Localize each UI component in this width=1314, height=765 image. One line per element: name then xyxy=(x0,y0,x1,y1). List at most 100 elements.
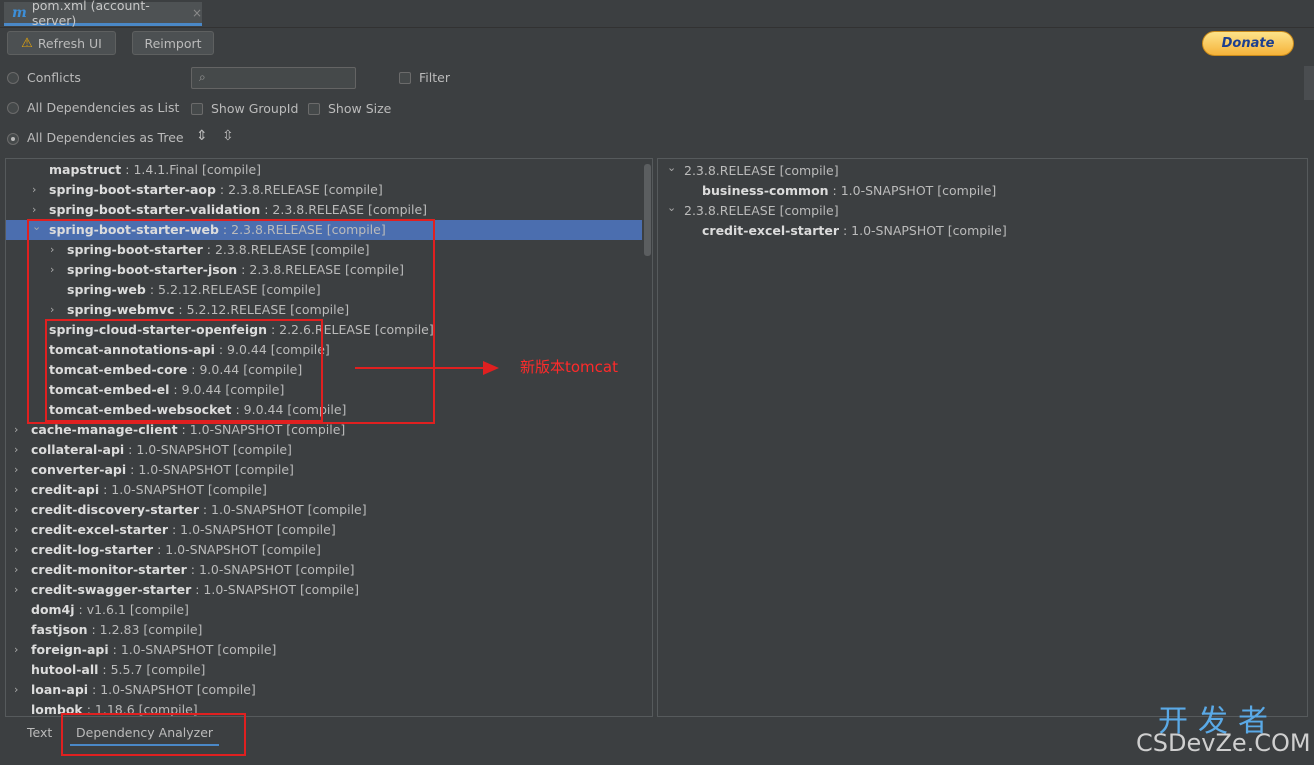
dependency-name: business-common xyxy=(702,183,829,198)
dependency-version: : 1.0-SNAPSHOT [compile] xyxy=(126,462,294,477)
chevron-right-icon[interactable]: › xyxy=(14,420,18,440)
donate-button[interactable]: Donate xyxy=(1202,31,1294,56)
tree-row[interactable]: › credit-log-starter : 1.0-SNAPSHOT [comp… xyxy=(6,540,642,560)
dependency-name: spring-boot-starter-aop xyxy=(49,182,216,197)
dependency-version: : 1.0-SNAPSHOT [compile] xyxy=(108,642,277,657)
filter-label: Filter xyxy=(419,70,450,85)
usages-panel: ⌄ 2.3.8.RELEASE [compile] business-common … xyxy=(657,158,1308,717)
tree-row[interactable]: mapstruct : 1.4.1.Final [compile] xyxy=(6,160,642,180)
tree-row[interactable]: hutool-all : 5.5.7 [compile] xyxy=(6,660,642,680)
dependency-version: 2.3.8.RELEASE [compile] xyxy=(684,163,839,178)
dependency-version: : 1.0-SNAPSHOT [compile] xyxy=(198,502,367,517)
dependency-name: credit-log-starter xyxy=(31,542,154,557)
chevron-right-icon[interactable]: › xyxy=(14,460,18,480)
dependency-version: : 1.0-SNAPSHOT [compile] xyxy=(99,482,267,497)
chevron-right-icon[interactable]: › xyxy=(32,180,36,200)
editor-tab-bar: m pom.xml (account-server) × xyxy=(0,0,1314,28)
chevron-right-icon[interactable]: › xyxy=(14,580,18,600)
dependency-name: foreign-api xyxy=(31,642,109,657)
close-icon[interactable]: × xyxy=(192,6,202,20)
list-view-label: All Dependencies as List xyxy=(27,100,180,115)
dependency-version: : 2.3.8.RELEASE [compile] xyxy=(260,202,428,217)
search-icon: ⌕ xyxy=(199,70,206,84)
dependency-name: converter-api xyxy=(31,462,127,477)
tree-row[interactable]: › credit-monitor-starter : 1.0-SNAPSHOT [… xyxy=(6,560,642,580)
conflicts-radio[interactable] xyxy=(7,72,19,84)
show-groupid-label: Show GroupId xyxy=(211,101,299,116)
usage-row[interactable]: credit-excel-starter : 1.0-SNAPSHOT [com… xyxy=(658,221,1307,241)
tree-view-label: All Dependencies as Tree xyxy=(27,130,184,145)
dependency-version: : 1.0-SNAPSHOT [compile] xyxy=(124,442,292,457)
dependency-name: credit-api xyxy=(31,482,100,497)
chevron-right-icon[interactable]: › xyxy=(14,440,18,460)
dependency-version: : 1.0-SNAPSHOT [compile] xyxy=(153,542,321,557)
dependency-name: credit-excel-starter xyxy=(702,223,839,238)
dependency-version: : 1.0-SNAPSHOT [compile] xyxy=(177,422,346,437)
chevron-down-icon[interactable]: ⌄ xyxy=(667,198,676,218)
filter-checkbox[interactable] xyxy=(399,72,411,84)
show-size-checkbox[interactable] xyxy=(308,103,320,115)
dependency-version: : 1.0-SNAPSHOT [compile] xyxy=(186,562,355,577)
dependency-version: : v1.6.1 [compile] xyxy=(74,602,189,617)
usage-row[interactable]: ⌄ 2.3.8.RELEASE [compile] xyxy=(658,201,1307,221)
warning-icon: ⚠ xyxy=(21,35,33,51)
chevron-right-icon[interactable]: › xyxy=(14,520,18,540)
chevron-down-icon[interactable]: ⌄ xyxy=(667,159,676,178)
tree-row[interactable]: › credit-api : 1.0-SNAPSHOT [compile] xyxy=(6,480,642,500)
chevron-right-icon[interactable]: › xyxy=(14,500,18,520)
tab-title: pom.xml (account-server) xyxy=(31,0,150,28)
conflicts-label: Conflicts xyxy=(27,70,81,85)
tree-view-radio[interactable] xyxy=(7,133,19,145)
tree-row[interactable]: fastjson : 1.2.83 [compile] xyxy=(6,620,642,640)
dependency-name: credit-excel-starter xyxy=(31,522,168,537)
annotation-box-tomcat xyxy=(45,319,323,422)
expand-all-icon[interactable]: ⇕ xyxy=(196,128,208,144)
chevron-right-icon[interactable]: › xyxy=(14,540,18,560)
show-groupid-checkbox[interactable] xyxy=(191,103,203,115)
collapse-all-icon[interactable]: ⇳ xyxy=(222,128,234,144)
tree-row[interactable]: › credit-excel-starter : 1.0-SNAPSHOT [co… xyxy=(6,520,642,540)
dependency-version: : 1.0-SNAPSHOT [compile] xyxy=(838,223,1007,238)
dependency-version: : 5.5.7 [compile] xyxy=(98,662,206,677)
annotation-box-tab xyxy=(61,713,246,756)
tree-row[interactable]: › converter-api : 1.0-SNAPSHOT [compile] xyxy=(6,460,642,480)
tree-row[interactable]: › credit-swagger-starter : 1.0-SNAPSHOT [… xyxy=(6,580,642,600)
dependency-name: collateral-api xyxy=(31,442,125,457)
list-view-radio[interactable] xyxy=(7,102,19,114)
dependency-version: : 1.0-SNAPSHOT [compile] xyxy=(167,522,336,537)
tree-row[interactable]: › credit-discovery-starter : 1.0-SNAPSHOT… xyxy=(6,500,642,520)
search-input[interactable]: ⌕ xyxy=(191,67,356,89)
usage-row[interactable]: business-common : 1.0-SNAPSHOT [compile] xyxy=(658,181,1307,201)
dependency-name: hutool-all xyxy=(31,662,99,677)
tree-row[interactable]: › spring-boot-starter-validation : 2.3.8.… xyxy=(6,200,642,220)
chevron-right-icon[interactable]: › xyxy=(14,640,18,660)
dependency-version: : 1.2.83 [compile] xyxy=(87,622,203,637)
chevron-right-icon[interactable]: › xyxy=(14,560,18,580)
tree-scrollbar[interactable] xyxy=(644,164,651,256)
reimport-button[interactable]: Reimport xyxy=(132,31,214,55)
maven-file-icon: m xyxy=(12,4,27,21)
tree-row[interactable]: › spring-boot-starter-aop : 2.3.8.RELEASE… xyxy=(6,180,642,200)
tree-row[interactable]: › loan-api : 1.0-SNAPSHOT [compile] xyxy=(6,680,642,700)
tab-pom-xml[interactable]: m pom.xml (account-server) × xyxy=(4,0,202,28)
annotation-arrow xyxy=(355,361,499,375)
tree-row[interactable]: dom4j : v1.6.1 [compile] xyxy=(6,600,642,620)
dependency-name: credit-swagger-starter xyxy=(31,582,192,597)
dependency-version: : 1.4.1.Final [compile] xyxy=(121,162,262,177)
tab-text[interactable]: Text xyxy=(27,722,52,744)
chevron-right-icon[interactable]: › xyxy=(14,480,18,500)
dependency-name: loan-api xyxy=(31,682,89,697)
chevron-right-icon[interactable]: › xyxy=(14,680,18,700)
dependency-name: credit-monitor-starter xyxy=(31,562,187,577)
usage-row[interactable]: ⌄ 2.3.8.RELEASE [compile] xyxy=(658,161,1307,181)
tree-row[interactable]: › collateral-api : 1.0-SNAPSHOT [compile] xyxy=(6,440,642,460)
dependency-version: : 1.0-SNAPSHOT [compile] xyxy=(88,682,256,697)
dependency-name: credit-discovery-starter xyxy=(31,502,199,517)
dependency-name: dom4j xyxy=(31,602,75,617)
dependency-version: : 1.0-SNAPSHOT [compile] xyxy=(828,183,997,198)
tree-row[interactable]: › foreign-api : 1.0-SNAPSHOT [compile] xyxy=(6,640,642,660)
annotation-note: 新版本tomcat xyxy=(520,358,618,376)
refresh-ui-button[interactable]: ⚠ Refresh UI xyxy=(7,31,116,55)
dependency-name: fastjson xyxy=(31,622,88,637)
show-size-label: Show Size xyxy=(328,101,392,116)
